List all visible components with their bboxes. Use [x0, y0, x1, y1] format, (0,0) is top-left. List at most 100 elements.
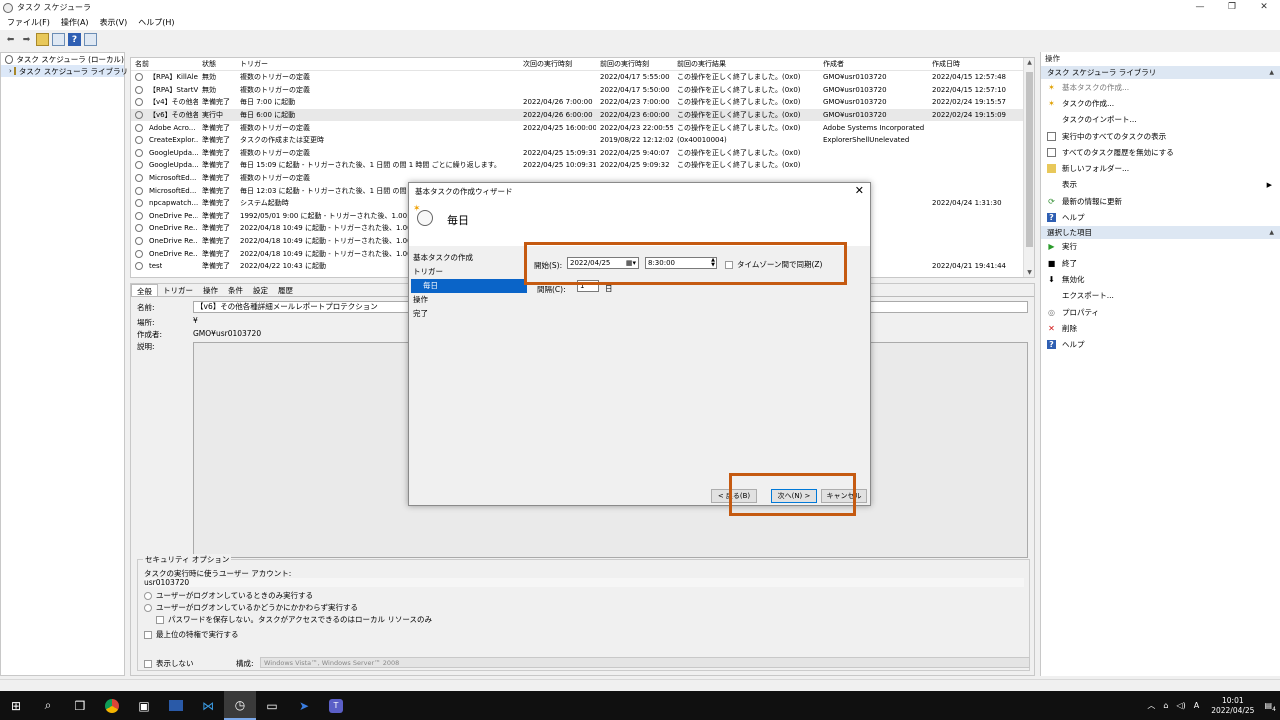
windows-start-icon[interactable]: ⊞ — [0, 691, 32, 720]
tree-library[interactable]: › タスク スケジューラ ライブラリ — [1, 65, 128, 77]
column-header[interactable]: 作成日時 — [928, 59, 1026, 69]
action-export[interactable]: エクスポート... — [1041, 288, 1280, 304]
tree-root[interactable]: タスク スケジューラ (ローカル) — [1, 53, 124, 65]
menu-file[interactable]: ファイル(F) — [7, 17, 50, 28]
column-header[interactable]: 前回の実行時刻 — [596, 59, 673, 69]
checkbox-hidden[interactable]: 表示しない — [144, 658, 194, 669]
actions-section-selected[interactable]: 選択した項目 — [1041, 225, 1280, 239]
table-row[interactable]: GoogleUpda... 準備完了 毎日 15:09 に起動 - トリガーされた後… — [131, 159, 1034, 172]
table-cell: 【RPA】StartV... — [131, 85, 198, 95]
config-dropdown[interactable]: Windows Vista™, Windows Server™ 2008 — [260, 657, 1030, 668]
folder-up-icon[interactable] — [36, 33, 49, 46]
back-arrow-icon[interactable]: ⬅ — [4, 33, 17, 46]
dialog-title: 基本タスクの作成ウィザード — [415, 187, 513, 196]
checkbox-icon[interactable] — [144, 659, 152, 668]
action-properties[interactable]: ◎ プロパティ — [1041, 304, 1280, 320]
table-row[interactable]: 【RPA】KillAlert 無効 複数のトリガーの定義 2022/04/17 5:5… — [131, 71, 1034, 84]
tab-general[interactable]: 全般 — [131, 284, 158, 296]
scroll-thumb[interactable] — [1026, 72, 1033, 247]
action-show-running[interactable]: 実行中のすべてのタスクの表示 — [1041, 128, 1280, 144]
action-view[interactable]: 表示 ▶ — [1041, 177, 1280, 193]
task-name: 【v6】その他各... — [149, 111, 198, 120]
network-app-icon[interactable]: ▣ — [128, 691, 160, 720]
close-window-button[interactable]: ✕ — [1248, 0, 1280, 15]
console-tree-icon[interactable] — [52, 33, 65, 46]
radio-whether-logged-on[interactable]: ユーザーがログオンしているかどうかにかかわらず実行する — [144, 602, 358, 613]
powershell-icon[interactable] — [160, 691, 192, 720]
table-row[interactable]: Adobe Acro... 準備完了 複数のトリガーの定義 2022/04/25 16… — [131, 121, 1034, 134]
vscode-icon[interactable]: ⋈ — [192, 691, 224, 720]
column-header[interactable]: 作成者 — [819, 59, 928, 69]
table-row[interactable]: 【v4】その他各... 準備完了 毎日 7:00 に起動 2022/04/26 7:0… — [131, 96, 1034, 109]
checkbox-no-password[interactable]: パスワードを保存しない。タスクがアクセスできるのはローカル リソースのみ — [156, 614, 432, 625]
chevron-right-icon[interactable]: › — [9, 67, 12, 75]
step-daily[interactable]: 毎日 — [411, 279, 527, 293]
column-header[interactable]: 前回の実行結果 — [673, 59, 819, 69]
search-icon[interactable]: ⌕ — [32, 691, 64, 720]
power-automate-icon[interactable]: ➤ — [288, 691, 320, 720]
radio-logon-only[interactable]: ユーザーがログオンしているときのみ実行する — [144, 590, 313, 601]
tab-actions[interactable]: 操作 — [198, 284, 223, 296]
action-disable[interactable]: ⬇ 無効化 — [1041, 271, 1280, 287]
radio-icon[interactable] — [144, 603, 152, 612]
scroll-down-icon[interactable]: ▼ — [1024, 269, 1034, 276]
action-run[interactable]: ▶ 実行 — [1041, 239, 1280, 255]
action-disable-history[interactable]: すべてのタスク履歴を無効にする — [1041, 144, 1280, 160]
step-trigger[interactable]: トリガー — [409, 265, 527, 279]
column-header[interactable]: 次回の実行時刻 — [519, 59, 596, 69]
action-pane-icon[interactable] — [84, 33, 97, 46]
checkbox-highest-privileges[interactable]: 最上位の特権で実行する — [144, 629, 239, 640]
ime-indicator[interactable]: A — [1194, 701, 1199, 710]
table-row[interactable]: GoogleUpda... 準備完了 複数のトリガーの定義 2022/04/25 15… — [131, 147, 1034, 160]
action-end[interactable]: ■ 終了 — [1041, 255, 1280, 271]
table-row[interactable]: CreateExplor... 準備完了 タスクの作成または変更時 2019/08/2… — [131, 134, 1034, 147]
tab-conditions[interactable]: 条件 — [223, 284, 248, 296]
checkbox-icon[interactable] — [156, 615, 164, 624]
column-header[interactable]: 状態 — [198, 59, 236, 69]
menu-help[interactable]: ヘルプ(H) — [138, 17, 174, 28]
radio-icon[interactable] — [144, 591, 152, 600]
tab-history[interactable]: 履歴 — [273, 284, 298, 296]
action-help[interactable]: ? ヘルプ — [1041, 209, 1280, 225]
checkbox-icon[interactable] — [144, 630, 152, 639]
action-new-folder[interactable]: 新しいフォルダー... — [1041, 160, 1280, 176]
step-create-basic-task[interactable]: 基本タスクの作成 — [409, 251, 527, 265]
column-header[interactable]: 名前 — [131, 59, 198, 69]
tab-settings[interactable]: 設定 — [248, 284, 273, 296]
menu-action[interactable]: 操作(A) — [61, 17, 89, 28]
actions-section-library[interactable]: タスク スケジューラ ライブラリ — [1041, 66, 1280, 79]
notification-icon[interactable]: ▤ 4 — [1264, 701, 1276, 713]
column-header[interactable]: トリガー — [236, 59, 519, 69]
step-action[interactable]: 操作 — [409, 293, 527, 307]
action-delete[interactable]: ✕ 削除 — [1041, 320, 1280, 336]
teams-icon[interactable]: T — [320, 691, 352, 720]
table-row[interactable]: 【v6】その他各... 実行中 毎日 6:00 に起動 2022/04/26 6:00… — [131, 108, 1034, 122]
chrome-icon[interactable] — [96, 691, 128, 720]
task-clock-icon — [135, 174, 143, 183]
task-scheduler-taskbar-icon[interactable]: ◷ — [224, 691, 256, 720]
help-icon[interactable]: ? — [68, 33, 81, 46]
window-app-icon[interactable]: ▭ — [256, 691, 288, 720]
tab-triggers[interactable]: トリガー — [158, 284, 198, 296]
minimize-button[interactable]: — — [1184, 0, 1216, 15]
forward-arrow-icon[interactable]: ➡ — [20, 33, 33, 46]
menu-view[interactable]: 表示(V) — [100, 17, 128, 28]
action-refresh[interactable]: ⟳ 最新の情報に更新 — [1041, 193, 1280, 209]
action-create-basic-task[interactable]: ✶ 基本タスクの作成... — [1041, 79, 1280, 95]
table-row[interactable]: 【RPA】StartV... 無効 複数のトリガーの定義 2022/04/17 5:5… — [131, 84, 1034, 97]
action-help-selected[interactable]: ? ヘルプ — [1041, 336, 1280, 352]
step-finish[interactable]: 完了 — [409, 307, 527, 321]
clock-icon — [5, 54, 14, 64]
action-import-task[interactable]: タスクのインポート... — [1041, 112, 1280, 128]
scroll-up-icon[interactable]: ▲ — [1024, 59, 1034, 66]
dialog-close-icon[interactable]: ✕ — [855, 184, 864, 197]
maximize-button[interactable]: ❐ — [1216, 0, 1248, 15]
tree-root-label: タスク スケジューラ (ローカル) — [16, 54, 124, 64]
tray-expand-icon[interactable]: ︿ — [1147, 700, 1155, 711]
volume-icon[interactable]: ◁) — [1176, 701, 1185, 710]
network-icon[interactable]: ⌂ — [1163, 701, 1168, 710]
action-create-task[interactable]: ✶ タスクの作成... — [1041, 95, 1280, 111]
vertical-scrollbar[interactable]: ▲ ▼ — [1023, 58, 1034, 277]
task-view-icon[interactable]: ❒ — [64, 691, 96, 720]
clock[interactable]: 10:01 2022/04/25 — [1211, 696, 1254, 716]
